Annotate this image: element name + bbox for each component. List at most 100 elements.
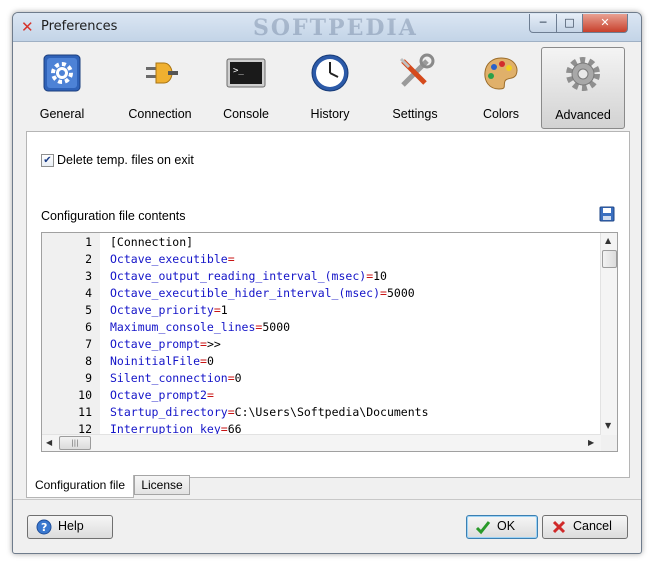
help-button[interactable]: ? Help xyxy=(27,515,113,539)
toolbar-connection-label: Connection xyxy=(128,107,192,121)
vertical-scroll-thumb[interactable] xyxy=(602,250,617,268)
minimize-button[interactable]: ─ xyxy=(529,14,557,33)
toolbar-general[interactable]: General xyxy=(21,47,103,127)
window-title: Preferences xyxy=(41,19,118,34)
config-value: 0 xyxy=(206,354,214,368)
config-equals: = xyxy=(227,371,235,385)
code-line: 4 Octave_executible_hider_interval_(msec)… xyxy=(42,285,602,302)
config-key: Silent_connection xyxy=(110,371,228,385)
toolbar-connection[interactable]: Connection xyxy=(119,47,201,127)
toolbar-history[interactable]: History xyxy=(289,47,371,127)
code-line: 11 Startup_directory=C:\Users\Softpedia\D… xyxy=(42,404,602,421)
toolbar-settings[interactable]: Settings xyxy=(374,47,456,127)
config-value: 5000 xyxy=(386,286,415,300)
config-equals: = xyxy=(213,303,221,317)
help-icon: ? xyxy=(36,519,52,535)
cancel-button-label: Cancel xyxy=(573,519,612,533)
footer-divider xyxy=(13,499,641,500)
config-equals: = xyxy=(200,337,207,351)
watermark: SOFTPEDIA xyxy=(253,15,418,41)
line-number: 4 xyxy=(85,286,92,300)
config-value: C:\Users\Softpedia\Documents xyxy=(234,405,429,419)
toolbar-history-label: History xyxy=(310,107,350,121)
line-text: Interruption_key=66 xyxy=(110,421,242,435)
svg-text:>_: >_ xyxy=(233,66,244,76)
line-text: Silent_connection=0 xyxy=(110,370,242,387)
ok-button[interactable]: OK xyxy=(466,515,538,539)
scroll-corner xyxy=(601,435,617,451)
toolbar-settings-label: Settings xyxy=(392,107,438,121)
code-line: 5 Octave_priority=1 xyxy=(42,302,602,319)
maximize-button[interactable]: □ xyxy=(556,14,583,33)
line-text: Octave_output_reading_interval_(msec)=10 xyxy=(110,268,387,285)
delete-temp-label: Delete temp. files on exit xyxy=(57,153,194,167)
code-line: 1 [Connection] xyxy=(42,234,602,251)
horizontal-scroll-thumb[interactable]: ||| xyxy=(59,436,91,450)
scroll-right-icon[interactable]: ▶ xyxy=(588,438,594,447)
line-text: Octave_executible_hider_interval_(msec)=… xyxy=(110,285,415,302)
delete-temp-checkbox[interactable]: ✔ xyxy=(41,154,54,167)
clock-icon xyxy=(311,54,349,92)
line-number: 2 xyxy=(85,252,92,266)
code-area[interactable]: 1 [Connection] 2 Octave_executible= 3 Octave_… xyxy=(42,233,602,435)
config-equals: = xyxy=(200,354,207,368)
line-number: 11 xyxy=(78,405,92,419)
config-key: NoinitialFile xyxy=(110,354,201,368)
line-number: 8 xyxy=(85,354,92,368)
line-number: 1 xyxy=(85,235,92,249)
config-key: Startup_directory xyxy=(110,405,228,419)
line-number: 7 xyxy=(85,337,92,351)
config-editor[interactable]: 1 [Connection] 2 Octave_executible= 3 Octave_… xyxy=(41,232,618,452)
config-value: 10 xyxy=(373,269,387,283)
title-bar[interactable]: ✕ Preferences SOFTPEDIA ─ □ ✕ xyxy=(13,13,641,42)
save-icon[interactable] xyxy=(599,206,615,222)
app-logo-icon: ✕ xyxy=(21,18,34,36)
line-number: 9 xyxy=(85,371,92,385)
cancel-x-icon xyxy=(552,520,566,534)
toolbar-advanced[interactable]: Advanced xyxy=(541,47,625,129)
config-key: Octave_executible_hider_interval_(msec) xyxy=(110,286,381,300)
scroll-up-icon[interactable]: ▲ xyxy=(605,236,611,245)
line-number: 3 xyxy=(85,269,92,283)
palette-icon xyxy=(484,57,518,90)
plug-icon xyxy=(146,62,178,84)
line-number: 10 xyxy=(78,388,92,402)
config-key: Maximum_console_lines xyxy=(110,320,256,334)
checkmark-icon xyxy=(475,521,491,535)
config-equals: = xyxy=(206,388,214,402)
config-key: Octave_output_reading_interval_(msec) xyxy=(110,269,367,283)
scroll-left-icon[interactable]: ◀ xyxy=(46,438,52,447)
config-key: [Connection] xyxy=(110,235,194,249)
vertical-scrollbar[interactable]: ▲ ▼ xyxy=(600,233,617,435)
close-button[interactable]: ✕ xyxy=(582,14,628,33)
line-text: Octave_priority=1 xyxy=(110,302,228,319)
code-line: 9 Silent_connection=0 xyxy=(42,370,602,387)
gear-grey-icon xyxy=(566,57,600,91)
toolbar-console[interactable]: >_ Console xyxy=(205,47,287,127)
toolbar-advanced-label: Advanced xyxy=(555,108,611,122)
toolbar-colors-label: Colors xyxy=(482,107,520,121)
line-text: Startup_directory=C:\Users\Softpedia\Doc… xyxy=(110,404,429,421)
config-value: 0 xyxy=(234,371,242,385)
cancel-button[interactable]: Cancel xyxy=(542,515,628,539)
tools-icon xyxy=(399,53,435,87)
config-value: 1 xyxy=(220,303,228,317)
advanced-panel: ✔ Delete temp. files on exit Configurati… xyxy=(26,131,630,478)
line-text: Octave_executible= xyxy=(110,251,235,268)
scroll-down-icon[interactable]: ▼ xyxy=(605,421,611,430)
svg-text:?: ? xyxy=(41,521,47,534)
ok-button-label: OK xyxy=(497,519,516,533)
tab-configuration-file[interactable]: Configuration file xyxy=(26,475,134,498)
tab-license[interactable]: License xyxy=(134,475,190,495)
gear-icon xyxy=(43,54,81,92)
config-key: Octave_priority xyxy=(110,303,214,317)
code-line: 8 NoinitialFile=0 xyxy=(42,353,602,370)
toolbar-colors[interactable]: Colors xyxy=(460,47,542,127)
toolbar-console-label: Console xyxy=(223,107,269,121)
line-text: NoinitialFile=0 xyxy=(110,353,214,370)
horizontal-scrollbar[interactable]: ◀ ||| ▶ xyxy=(42,434,601,451)
config-equals: = xyxy=(380,286,387,300)
code-line: 3 Octave_output_reading_interval_(msec)=1… xyxy=(42,268,602,285)
line-text: Octave_prompt=>> xyxy=(110,336,221,353)
config-value: 5000 xyxy=(262,320,291,334)
